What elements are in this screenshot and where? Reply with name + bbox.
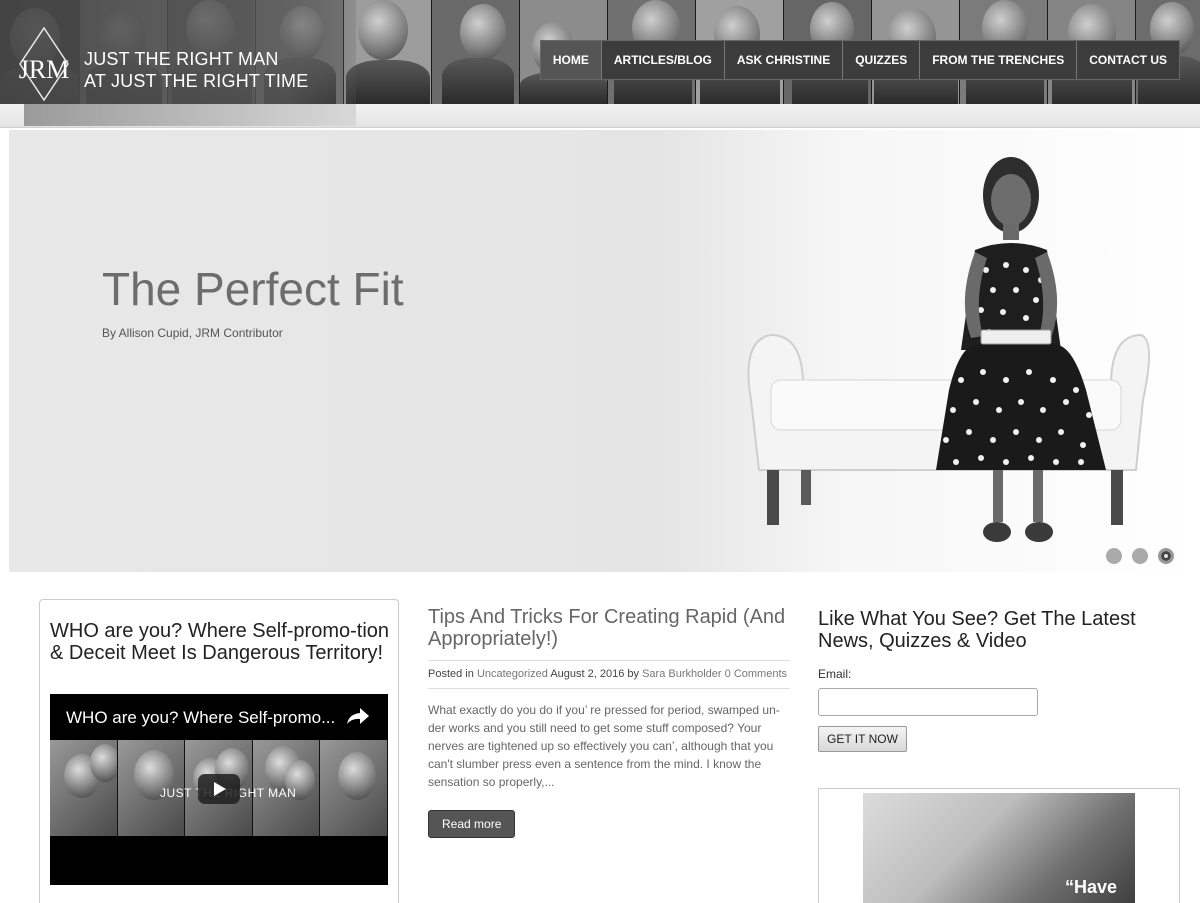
signup-title: Like What You See? Get The Latest News, … [818, 608, 1136, 652]
video-thumb-photo [320, 740, 388, 836]
post-category-link[interactable]: Uncategorized [477, 668, 548, 680]
nav-item-quizzes[interactable]: QUIZZES [843, 41, 921, 79]
slider-dot-1[interactable] [1106, 548, 1122, 564]
nav-item-home[interactable]: HOME [540, 41, 602, 79]
collage-photo [432, 0, 520, 104]
slider-dot-2[interactable] [1132, 548, 1148, 564]
post-author-link[interactable]: Sara Burkholder [642, 668, 722, 680]
slide-title[interactable]: The Perfect Fit [102, 262, 404, 316]
post-title[interactable]: Tips And Tricks For Creating Rapid (And … [428, 606, 790, 650]
nav-item-ask-christine[interactable]: ASK CHRISTINE [725, 41, 844, 79]
by-label: by [627, 668, 640, 680]
posted-in-label: Posted in [428, 668, 474, 680]
post-meta: Posted in Uncategorized August 2, 2016 b… [428, 660, 790, 689]
header-subbar-shade [24, 104, 356, 126]
svg-text:JRM: JRM [19, 55, 70, 84]
site-header: JRM JUST THE RIGHT MAN AT JUST THE RIGHT… [0, 0, 1200, 104]
email-label: Email: [818, 667, 852, 681]
get-it-now-button[interactable]: GET IT NOW [818, 726, 907, 752]
newsletter-signup: Like What You See? Get The Latest News, … [818, 608, 1180, 903]
post-date: August 2, 2016 [550, 668, 625, 680]
play-button-icon[interactable] [198, 774, 240, 804]
promo-image-card[interactable]: “Have [818, 788, 1180, 903]
slide-byline: By Allison Cupid, JRM Contributor [102, 326, 283, 340]
latest-post: Tips And Tricks For Creating Rapid (And … [428, 606, 790, 838]
email-field[interactable] [818, 688, 1038, 716]
woman-on-bench-image [747, 157, 1151, 542]
site-tagline[interactable]: JUST THE RIGHT MAN AT JUST THE RIGHT TIM… [84, 48, 308, 92]
jrm-logo[interactable]: JRM [18, 26, 70, 102]
slider-pagination [1106, 548, 1174, 564]
video-title[interactable]: WHO are you? Where Self-promo... [66, 708, 335, 728]
video-thumb-photo [50, 740, 118, 836]
nav-item-contact-us[interactable]: CONTACT US [1077, 41, 1179, 79]
tagline-line-2: AT JUST THE RIGHT TIME [84, 71, 309, 91]
post-excerpt: What exactly do you do if you’ re presse… [428, 703, 780, 789]
read-more-button[interactable]: Read more [428, 810, 516, 838]
main-nav: HOME ARTICLES/BLOG ASK CHRISTINE QUIZZES… [539, 40, 1180, 80]
nav-item-articles-blog[interactable]: ARTICLES/BLOG [602, 41, 725, 79]
nav-item-from-the-trenches[interactable]: FROM THE TRENCHES [920, 41, 1078, 79]
featured-video-widget: WHO are you? Where Self-promo-tion & Dec… [39, 599, 399, 903]
tagline-line-1: JUST THE RIGHT MAN [84, 49, 279, 69]
slider-dot-3[interactable] [1158, 548, 1174, 564]
share-icon[interactable] [346, 706, 370, 726]
hero-slider[interactable]: The Perfect Fit By Allison Cupid, JRM Co… [9, 130, 1200, 572]
promo-quote-text: “Have [1065, 877, 1118, 897]
youtube-video-player[interactable]: WHO are you? Where Self-promo... JUST TH… [50, 694, 388, 885]
post-comments-link[interactable]: 0 Comments [725, 668, 787, 680]
collage-photo [344, 0, 432, 104]
video-widget-title: WHO are you? Where Self-promo-tion & Dec… [50, 620, 390, 664]
